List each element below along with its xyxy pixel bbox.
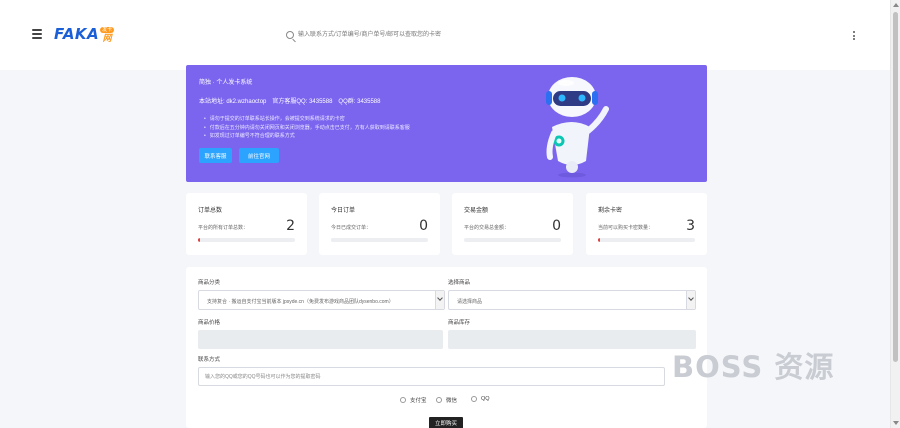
stat-value: 3 — [686, 218, 695, 234]
payment-option-alipay[interactable]: 支付宝 — [400, 396, 427, 404]
scroll-up-arrow-icon[interactable] — [893, 3, 899, 7]
stock-label: 商品库存 — [448, 320, 471, 326]
price-label: 商品价格 — [198, 320, 221, 326]
logo-text: FAKA — [54, 25, 100, 43]
stat-title: 剩余卡密 — [598, 208, 623, 214]
product-select-value: 请选择商品 — [457, 299, 483, 305]
stat-label: 当前可以购买卡密数量： — [598, 225, 654, 231]
stat-value: 2 — [286, 218, 295, 234]
stat-card-total-orders: 订单总数 平台的所有订单总数： 2 — [186, 193, 307, 255]
stat-label: 今日已成交订单： — [331, 225, 372, 231]
payment-label: 微信 — [446, 398, 458, 404]
official-site-button[interactable]: 前往官网 — [239, 148, 279, 163]
payment-option-qq[interactable]: QQ — [471, 396, 490, 402]
site-address-label: 本站地址: — [199, 99, 225, 105]
stat-card-transaction-amount: 交易金额 平台的交易总金额： 0 — [452, 193, 573, 255]
stat-title: 今日订单 — [331, 208, 356, 214]
robot-illustration — [546, 77, 609, 178]
stat-progress-fill — [598, 238, 600, 242]
qq-group-label: QQ群: — [338, 99, 356, 105]
notice-item: 付款后在五分钟内请勿关闭网页和关闭浏览器，手动点击已支付，方有人获取到请联系客服 — [204, 124, 410, 133]
stat-value: 0 — [552, 218, 561, 234]
site-logo[interactable]: FAKA 发卡 网 — [54, 25, 115, 45]
notice-item: 请勿于提交的订单联系站长操作，会被提交到系统请求的卡密 — [204, 115, 410, 124]
stat-label: 平台的所有订单总数： — [198, 225, 249, 231]
banner-site-info: 本站地址: dk2.wzhaoctop 官方客服QQ: 3435588 QQ群:… — [199, 96, 380, 105]
banner-notice-list: 请勿于提交的订单联系站长操作，会被提交到系统请求的卡密 付款后在五分钟内请勿关闭… — [204, 115, 410, 141]
product-label: 选择商品 — [448, 280, 471, 286]
site-address-value: dk2.wzhaoctop — [226, 99, 267, 105]
stock-field — [448, 330, 696, 349]
buy-now-button[interactable]: 立即购买 — [429, 417, 463, 428]
order-form-panel: 商品分类 支持复合 · 搬运自支付宝当前版本 jpsyde.cn（免费发布游戏商… — [186, 267, 707, 428]
hero-banner: 简独 · 个人发卡系统 本站地址: dk2.wzhaoctop 官方客服QQ: … — [186, 65, 707, 182]
scrollbar-thumb[interactable] — [893, 12, 898, 362]
notice-item: 如发现过订单编号不符合理的联系方式 — [204, 132, 410, 141]
scroll-down-arrow-icon[interactable] — [893, 421, 899, 425]
stat-progress-bar — [331, 238, 428, 242]
category-label: 商品分类 — [198, 280, 221, 286]
price-field — [198, 330, 443, 349]
logo-badge: 发卡 网 — [100, 27, 115, 43]
contact-input[interactable] — [198, 367, 665, 386]
watermark-text: BOSS 资源 — [672, 350, 835, 384]
stat-progress-bar — [198, 238, 295, 242]
stat-card-today-orders: 今日订单 今日已成交订单： 0 — [319, 193, 440, 255]
stat-title: 订单总数 — [198, 208, 223, 214]
radio-button[interactable] — [436, 397, 442, 403]
contact-label: 联系方式 — [198, 357, 221, 363]
chevron-down-icon[interactable] — [435, 291, 444, 309]
qq-value: 3435588 — [309, 99, 333, 105]
stat-card-remaining-cards: 剩余卡密 当前可以购买卡密数量： 3 — [586, 193, 707, 255]
contact-service-button[interactable]: 联系客服 — [199, 148, 232, 163]
payment-label: 支付宝 — [410, 398, 427, 404]
product-select[interactable]: 请选择商品 — [448, 290, 696, 310]
category-select-value: 支持复合 · 搬运自支付宝当前版本 jpsyde.cn（免费发布游戏商品团队dy… — [207, 299, 394, 305]
more-vertical-icon[interactable] — [852, 31, 856, 40]
radio-button[interactable] — [471, 396, 477, 402]
stat-progress-bar — [464, 238, 561, 242]
payment-label: QQ — [481, 396, 490, 402]
banner-title: 简独 · 个人发卡系统 — [199, 80, 253, 86]
stat-label: 平台的交易总金额： — [464, 225, 510, 231]
category-select[interactable]: 支持复合 · 搬运自支付宝当前版本 jpsyde.cn（免费发布游戏商品团队dy… — [198, 290, 445, 310]
stat-title: 交易金额 — [464, 208, 489, 214]
payment-option-wechat[interactable]: 微信 — [436, 396, 457, 404]
stat-progress-bar — [598, 238, 695, 242]
radio-button[interactable] — [400, 397, 406, 403]
page-scrollbar[interactable] — [890, 0, 900, 428]
menu-icon[interactable] — [32, 29, 42, 39]
top-navbar: FAKA 发卡 网 — [0, 0, 890, 70]
chevron-down-icon[interactable] — [686, 291, 695, 309]
qq-label: 官方客服QQ: — [272, 99, 308, 105]
stat-value: 0 — [419, 218, 428, 234]
search-icon — [286, 31, 294, 39]
qq-group-value: 3435588 — [357, 99, 381, 105]
stat-progress-fill — [198, 238, 200, 242]
search-input[interactable] — [298, 27, 538, 43]
